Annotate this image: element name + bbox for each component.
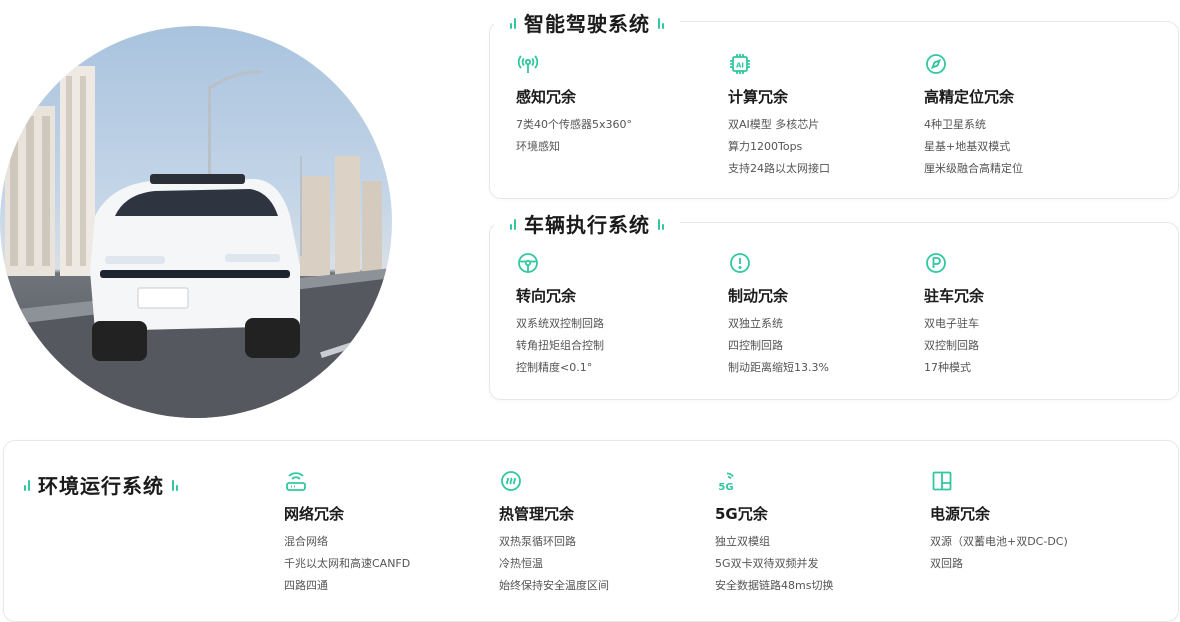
svg-text:AI: AI xyxy=(736,62,744,70)
feature-line: 环境感知 xyxy=(516,140,560,153)
feature-positioning: 高精定位冗余 4种卫星系统 星基+地基双模式 厘米级融合高精定位 xyxy=(924,52,1023,180)
thermal-icon xyxy=(501,471,521,491)
vehicle-exec-title: 车辆执行系统 xyxy=(494,209,680,238)
ai-chip-icon: AI xyxy=(730,54,750,74)
feature-line: 4种卫星系统 xyxy=(924,118,986,131)
title-deco-right-icon xyxy=(658,17,664,29)
feature-line: 5G双卡双待双频并发 xyxy=(715,557,819,570)
5g-icon-label: 5G xyxy=(718,482,733,493)
router-icon xyxy=(286,472,306,491)
feature-line: 双电子驻车 xyxy=(924,317,979,330)
feature-line: 双控制回路 xyxy=(924,339,979,352)
section-title-text: 环境运行系统 xyxy=(38,474,164,498)
robotaxi-photo xyxy=(0,26,392,418)
feature-line: 双AI模型 多核芯片 xyxy=(728,118,820,131)
feature-title: 计算冗余 xyxy=(728,88,789,106)
feature-line: 四路四通 xyxy=(284,579,328,592)
feature-line: 四控制回路 xyxy=(728,339,783,352)
sensor-signal-icon xyxy=(517,55,539,73)
environment-title: 环境运行系统 xyxy=(8,470,194,499)
feature-line: 支持24路以太网接口 xyxy=(728,162,830,175)
parking-icon xyxy=(926,253,946,273)
feature-title: 转向冗余 xyxy=(516,287,577,305)
feature-line: 始终保持安全温度区间 xyxy=(499,579,609,592)
feature-network: 网络冗余 混合网络 千兆以太网和高速CANFD 四路四通 xyxy=(284,469,410,597)
title-deco-left-icon xyxy=(510,17,516,29)
feature-perception: 感知冗余 7类40个传感器5x360° 环境感知 xyxy=(516,52,632,158)
steering-wheel-icon xyxy=(518,253,538,273)
feature-title: 5G冗余 xyxy=(715,505,768,523)
feature-line: 星基+地基双模式 xyxy=(924,140,1011,153)
feature-thermal: 热管理冗余 双热泵循环回路 冷热恒温 始终保持安全温度区间 xyxy=(499,469,609,597)
feature-title: 高精定位冗余 xyxy=(924,88,1015,106)
robotaxi-illustration xyxy=(0,66,392,418)
feature-power: 电源冗余 双源（双蓄电池+双DC-DC) 双回路 xyxy=(930,469,1068,575)
section-title-text: 智能驾驶系统 xyxy=(524,12,650,36)
feature-line: 混合网络 xyxy=(284,535,328,548)
feature-line: 控制精度<0.1° xyxy=(516,361,593,374)
feature-line: 千兆以太网和高速CANFD xyxy=(284,557,411,570)
feature-line: 7类40个传感器5x360° xyxy=(516,118,632,131)
feature-title: 驻车冗余 xyxy=(924,287,985,305)
feature-line: 安全数据链路48ms切换 xyxy=(715,579,834,592)
power-panel-icon xyxy=(932,471,952,491)
feature-line: 制动距离缩短13.3% xyxy=(728,361,829,374)
title-deco-right-icon xyxy=(658,218,664,230)
feature-5g: 5G 5G冗余 独立双模组 5G双卡双待双频并发 安全数据链路48ms切换 xyxy=(715,469,833,597)
feature-computing: AI 计算冗余 双AI模型 多核芯片 算力1200Tops 支持24路以太网接口 xyxy=(728,52,830,180)
title-deco-right-icon xyxy=(172,479,178,491)
feature-title: 感知冗余 xyxy=(516,88,577,106)
feature-line: 双回路 xyxy=(930,557,963,570)
feature-line: 算力1200Tops xyxy=(728,140,803,153)
section-title-text: 车辆执行系统 xyxy=(524,213,650,237)
feature-title: 制动冗余 xyxy=(728,287,789,305)
feature-steering: 转向冗余 双系统双控制回路 转角扭矩组合控制 控制精度<0.1° xyxy=(516,251,604,379)
feature-title: 网络冗余 xyxy=(284,505,345,523)
5g-icon: 5G xyxy=(718,472,734,493)
feature-braking: 制动冗余 双独立系统 四控制回路 制动距离缩短13.3% xyxy=(728,251,829,379)
feature-line: 双独立系统 xyxy=(728,317,783,330)
feature-line: 独立双模组 xyxy=(715,535,770,548)
feature-line: 厘米级融合高精定位 xyxy=(924,162,1023,175)
feature-line: 冷热恒温 xyxy=(499,557,543,570)
feature-line: 17种模式 xyxy=(924,361,971,374)
feature-line: 双系统双控制回路 xyxy=(516,317,604,330)
feature-title: 电源冗余 xyxy=(930,505,991,523)
feature-line: 转角扭矩组合控制 xyxy=(516,339,604,352)
smart-driving-title: 智能驾驶系统 xyxy=(494,8,680,37)
feature-title: 热管理冗余 xyxy=(499,505,575,523)
compass-icon xyxy=(926,54,946,74)
brake-warning-icon xyxy=(730,253,750,273)
title-deco-left-icon xyxy=(24,479,30,491)
title-deco-left-icon xyxy=(510,218,516,230)
feature-parking: 驻车冗余 双电子驻车 双控制回路 17种模式 xyxy=(924,251,984,379)
feature-line: 双源（双蓄电池+双DC-DC) xyxy=(930,535,1068,548)
feature-line: 双热泵循环回路 xyxy=(499,535,576,548)
